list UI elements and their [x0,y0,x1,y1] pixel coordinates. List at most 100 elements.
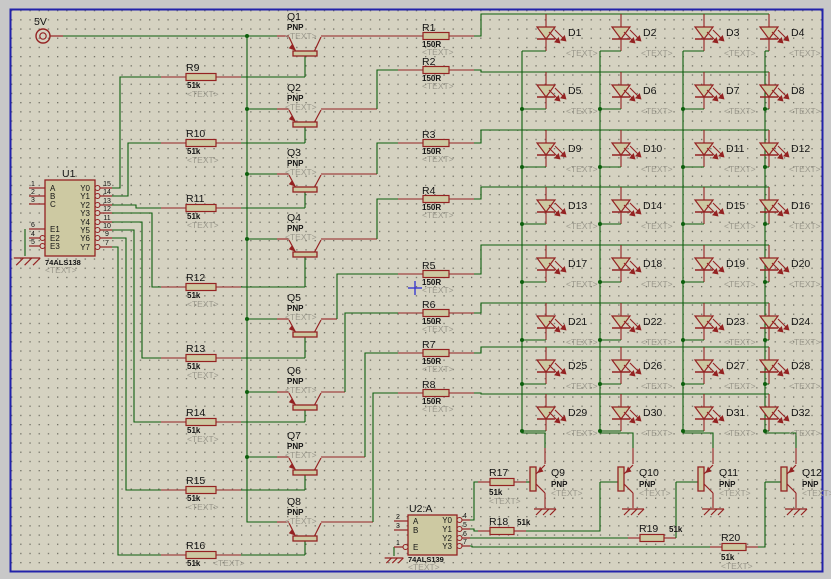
schematic-sheet: Q1PNP<TEXT>R1150R<TEXT>R951k<TEXT> Q2PNP<… [0,0,831,579]
component-ref: R7 [422,339,436,351]
inversion-bubble [94,209,101,217]
inversion-bubble [39,234,46,242]
component-ref: R17 [489,467,508,479]
component-placeholder: <TEXT> [566,106,598,116]
component-ref: D23 [726,316,745,328]
component-ref: Q10 [639,467,659,479]
component-ref: R4 [422,185,436,197]
component-placeholder: <TEXT> [422,210,454,220]
component-placeholder: <TEXT> [408,562,440,572]
component-placeholder: <TEXT> [641,428,673,438]
component-ref: D22 [643,316,662,328]
component-ref: D18 [643,258,662,270]
inversion-bubble [94,192,101,200]
pin-name: Y1 [442,525,452,534]
component-ref: Q3 [287,147,301,159]
component-placeholder: <TEXT> [724,48,756,58]
component-ref: D19 [726,258,745,270]
pin-number: 9 [105,231,109,238]
junction-dot [245,237,249,241]
component-placeholder: <TEXT> [641,48,673,58]
component-ref: R3 [422,129,436,141]
pin-name: Y0 [442,516,452,525]
component-ref: Q4 [287,212,301,224]
component-placeholder: <TEXT> [641,221,673,231]
component-placeholder: <TEXT> [422,324,454,334]
transistor-base-bar [292,469,318,476]
component-ref: D1 [568,27,582,39]
component-placeholder: <TEXT> [285,167,317,177]
pin-number: 4 [31,231,35,238]
component-ref: R9 [186,62,200,74]
component-ref: Q6 [287,365,301,377]
pin-name: E1 [50,225,60,234]
inversion-bubble [94,218,101,226]
resistor-body [489,477,515,487]
component-placeholder: <TEXT> [719,488,751,498]
component-ref: D26 [643,360,662,372]
pin-name: A [413,517,419,526]
component-placeholder: <TEXT> [641,381,673,391]
transistor-base-bar [292,251,318,258]
component-ref: D21 [568,316,587,328]
inversion-bubble [456,525,463,533]
component-ref: D3 [726,27,740,39]
resistor-body [185,282,217,292]
component-placeholder: <TEXT> [789,428,821,438]
component-placeholder: <TEXT> [789,221,821,231]
transistor-base-bar [780,466,788,492]
component-ref: Q8 [287,496,301,508]
inversion-bubble [94,184,101,192]
component-placeholder: <TEXT> [187,220,219,230]
pin-number: 7 [463,539,467,546]
component-placeholder: <TEXT> [566,164,598,174]
pin-name: C [50,200,56,209]
component-placeholder: <TEXT> [187,434,219,444]
component-placeholder: <TEXT> [566,337,598,347]
component-placeholder: <TEXT> [187,502,219,512]
component-value: 51k [669,525,683,534]
pin-number: 2 [31,189,35,196]
component-ref: R11 [186,193,205,205]
pin-number: 3 [396,523,400,530]
component-ref: R5 [422,260,436,272]
component-placeholder: <TEXT> [422,364,454,374]
component-placeholder: <TEXT> [187,155,219,165]
component-placeholder: <TEXT> [566,381,598,391]
component-ref: D24 [791,316,810,328]
pin-name: Y7 [80,243,90,252]
component-placeholder: <TEXT> [721,561,753,571]
component-ref: D10 [643,143,662,155]
component-ref: R15 [186,475,205,487]
component-placeholder: <TEXT> [422,285,454,295]
component-ref: D11 [726,143,745,155]
transistor-base-bar [529,466,537,492]
component-ref: R10 [186,128,205,140]
pin-number: 1 [396,540,400,547]
transistor-base-bar [292,121,318,128]
component-ref: R19 [639,523,658,535]
component-placeholder: <TEXT> [285,312,317,322]
junction-dot [245,455,249,459]
component-placeholder: <TEXT> [802,488,831,498]
component-ref: R16 [186,540,205,552]
component-placeholder: <TEXT> [213,558,245,568]
component-ref: R20 [721,532,740,544]
component-placeholder: <TEXT> [641,106,673,116]
pin-number: 5 [463,522,467,529]
component-placeholder: <TEXT> [724,221,756,231]
pin-name: E3 [50,242,60,251]
pin-number: 1 [31,181,35,188]
component-placeholder: <TEXT> [187,89,219,99]
component-placeholder: <TEXT> [285,31,317,41]
component-placeholder: <TEXT> [724,337,756,347]
component-placeholder: <TEXT> [724,164,756,174]
component-ref: R2 [422,56,436,68]
component-placeholder: <TEXT> [639,488,671,498]
component-ref: Q12 [802,467,822,479]
resistor-body [489,526,515,536]
component-placeholder: <TEXT> [285,232,317,242]
component-placeholder: <TEXT> [422,404,454,414]
component-ref: D15 [726,200,745,212]
pin-name: Y3 [442,542,452,551]
